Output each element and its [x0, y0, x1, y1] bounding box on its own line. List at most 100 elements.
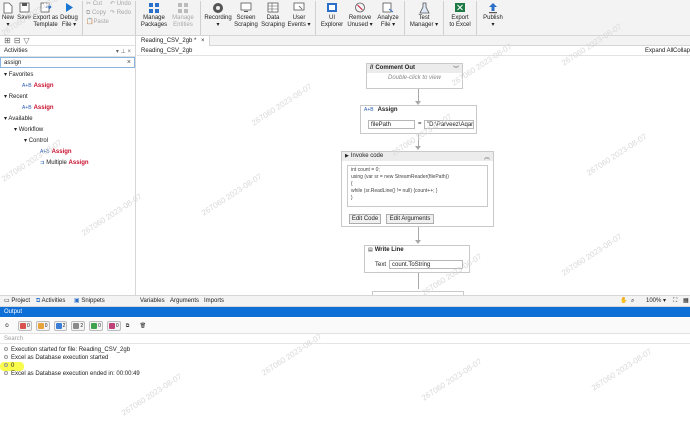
write-line-header: ▤ Write Line: [368, 247, 404, 253]
tree-node-favorites[interactable]: ▾ Favorites: [4, 71, 33, 79]
tree-item-recent-assign[interactable]: A+B Assign: [22, 104, 54, 112]
export-excel-button[interactable]: Export to Excel: [447, 0, 473, 36]
log-line[interactable]: Excel as Database execution ended in: 00…: [4, 370, 140, 378]
watermark: 267060 2023-08-07: [590, 346, 654, 393]
log-level-icon: [4, 355, 8, 360]
text-label: Text: [375, 262, 387, 268]
tree-node-workflow[interactable]: ▾ Workflow: [14, 126, 43, 134]
tab-project[interactable]: ▭ Project: [4, 296, 30, 307]
activities-search-input[interactable]: assign ×: [0, 57, 135, 68]
manage-packages-button[interactable]: Manage Packages: [139, 0, 169, 36]
tab-arguments[interactable]: Arguments: [170, 296, 199, 307]
recording-button[interactable]: Recording ▾: [204, 0, 232, 36]
manage-entities-button[interactable]: Manage Entities: [169, 0, 197, 36]
tree-node-available[interactable]: ▾ Available: [4, 115, 33, 123]
close-icon[interactable]: ×: [127, 49, 131, 55]
undo-button[interactable]: ↶ Undo: [110, 0, 132, 9]
ui-explorer-button[interactable]: UI Explorer: [319, 0, 345, 36]
expand-all-link[interactable]: Expand All: [645, 46, 673, 56]
log-line[interactable]: 0: [4, 362, 14, 370]
edit-code-button[interactable]: Edit Code: [349, 214, 381, 224]
debug-file-button[interactable]: Debug File ▾: [59, 0, 79, 36]
workflow-canvas[interactable]: //Comment Out ︾ Double-click to view A+B…: [137, 57, 690, 295]
ribbon-divider: [135, 1, 136, 35]
tree-item-multiple-assign[interactable]: ⇉ Multiple Assign: [40, 159, 89, 167]
watermark: 267060 2023-08-07: [420, 356, 484, 403]
expand-all-icon[interactable]: ⊞: [4, 36, 11, 45]
close-tab-icon[interactable]: ×: [201, 38, 205, 44]
tree-node-recent[interactable]: ▾ Recent: [4, 93, 28, 101]
error-icon: [20, 322, 26, 329]
assign-activity-icon: A+B: [22, 83, 32, 89]
collapse-chevron-icon[interactable]: ︽: [484, 152, 490, 161]
log-line[interactable]: Excel as Database execution started: [4, 354, 108, 362]
assign-activity[interactable]: A+B Assign filePath = "D:\Parveez\Aqam: [360, 105, 477, 134]
tree-item-control-assign[interactable]: A+B Assign: [40, 148, 72, 156]
entities-icon: [176, 1, 190, 14]
assign-to-field[interactable]: filePath: [368, 120, 415, 129]
user-events-icon: [292, 1, 306, 14]
connector-arrow-icon: [415, 146, 421, 150]
tree-item-favorites-assign[interactable]: A+B Assign: [22, 82, 54, 90]
debug-filter-toggle[interactable]: 0: [106, 320, 121, 331]
watermark: 267060 2023-08-07: [120, 371, 184, 418]
info-filter-toggle[interactable]: 2: [53, 320, 68, 331]
analyze-file-button[interactable]: Analyze File ▾: [375, 0, 401, 36]
paste-button[interactable]: 📋Paste: [86, 18, 110, 27]
write-line-activity[interactable]: ▤ Write Line Text count.ToString: [364, 245, 470, 273]
test-manager-button[interactable]: Test Manager ▾: [408, 0, 440, 36]
redo-button[interactable]: ↷ Redo: [110, 9, 132, 18]
clear-search-icon[interactable]: ×: [127, 59, 131, 66]
ui-explorer-icon: [325, 1, 339, 14]
verbose-filter-toggle[interactable]: 0: [89, 320, 103, 331]
cut-button[interactable]: ✂ Cut: [86, 0, 110, 9]
output-panel-header: Output: [0, 307, 690, 317]
export-template-button[interactable]: Export as Template: [32, 0, 59, 36]
new-file-icon: [1, 1, 15, 14]
comment-out-activity[interactable]: //Comment Out ︾ Double-click to view: [366, 63, 463, 89]
pan-hand-icon[interactable]: ✋: [620, 296, 627, 307]
pin-icon[interactable]: ⊥: [121, 49, 126, 55]
filter-icon[interactable]: ▽: [23, 36, 29, 45]
connector-line: [418, 273, 419, 289]
copy-button[interactable]: ⧉ Copy: [86, 9, 110, 18]
comment-icon: //: [370, 65, 374, 71]
trace-filter-toggle[interactable]: 2: [71, 320, 86, 331]
breadcrumb[interactable]: Reading_CSV_2gb: [141, 46, 192, 56]
copy-log-icon[interactable]: ⧉: [125, 321, 135, 331]
tab-snippets[interactable]: ▣ Snippets: [74, 296, 105, 307]
remove-unused-button[interactable]: Remove Unused ▾: [345, 0, 375, 36]
publish-button[interactable]: Publish ▾: [480, 0, 506, 36]
tree-node-control[interactable]: ▾ Control: [24, 137, 48, 145]
clock-icon[interactable]: ⏲: [4, 321, 14, 331]
code-preview[interactable]: int count = 0; using (var sr = new Strea…: [347, 165, 488, 207]
write-line-text-field[interactable]: count.ToString: [389, 260, 463, 269]
project-icon: ▭: [4, 298, 10, 304]
assign-value-field[interactable]: "D:\Parveez\Aqam: [424, 120, 474, 129]
clipboard-group: ✂ Cut ⧉ Copy 📋Paste: [86, 0, 110, 27]
screen-scraping-button[interactable]: Screen Scraping: [232, 0, 260, 36]
fit-screen-icon[interactable]: ⛶: [673, 296, 677, 307]
warnings-filter-toggle[interactable]: 0: [35, 320, 50, 331]
tab-variables[interactable]: Variables: [140, 296, 165, 307]
edit-arguments-button[interactable]: Edit Arguments: [386, 214, 434, 224]
errors-filter-toggle[interactable]: 0: [18, 320, 32, 331]
search-icon[interactable]: ⌕: [631, 296, 634, 307]
data-scraping-button[interactable]: Data Scraping: [260, 0, 286, 36]
collapse-chevron-icon[interactable]: ︾: [453, 64, 459, 73]
user-events-button[interactable]: User Events ▾: [286, 0, 312, 36]
double-click-hint: Double-click to view: [387, 75, 442, 81]
tab-activities[interactable]: ⧉ Activities: [36, 296, 65, 307]
zoom-select[interactable]: 100% ▾: [646, 296, 666, 307]
log-line[interactable]: Execution started for file: Reading_CSV_…: [4, 346, 130, 354]
overview-icon[interactable]: ▦: [683, 296, 689, 307]
invoke-code-activity[interactable]: ▶ Invoke code ︽ int count = 0; using (var…: [341, 151, 494, 227]
tab-reading-csv[interactable]: Reading_CSV_2gb * ×: [137, 36, 210, 46]
new-button[interactable]: New ▾: [0, 0, 16, 36]
tab-imports[interactable]: Imports: [204, 296, 224, 307]
save-button[interactable]: Save: [16, 0, 32, 36]
output-search-input[interactable]: Search: [0, 335, 690, 344]
collapse-all-icon[interactable]: ⊟: [14, 36, 21, 45]
clear-log-icon[interactable]: 🗑: [139, 321, 149, 331]
collapse-all-link[interactable]: Collap: [673, 46, 690, 56]
